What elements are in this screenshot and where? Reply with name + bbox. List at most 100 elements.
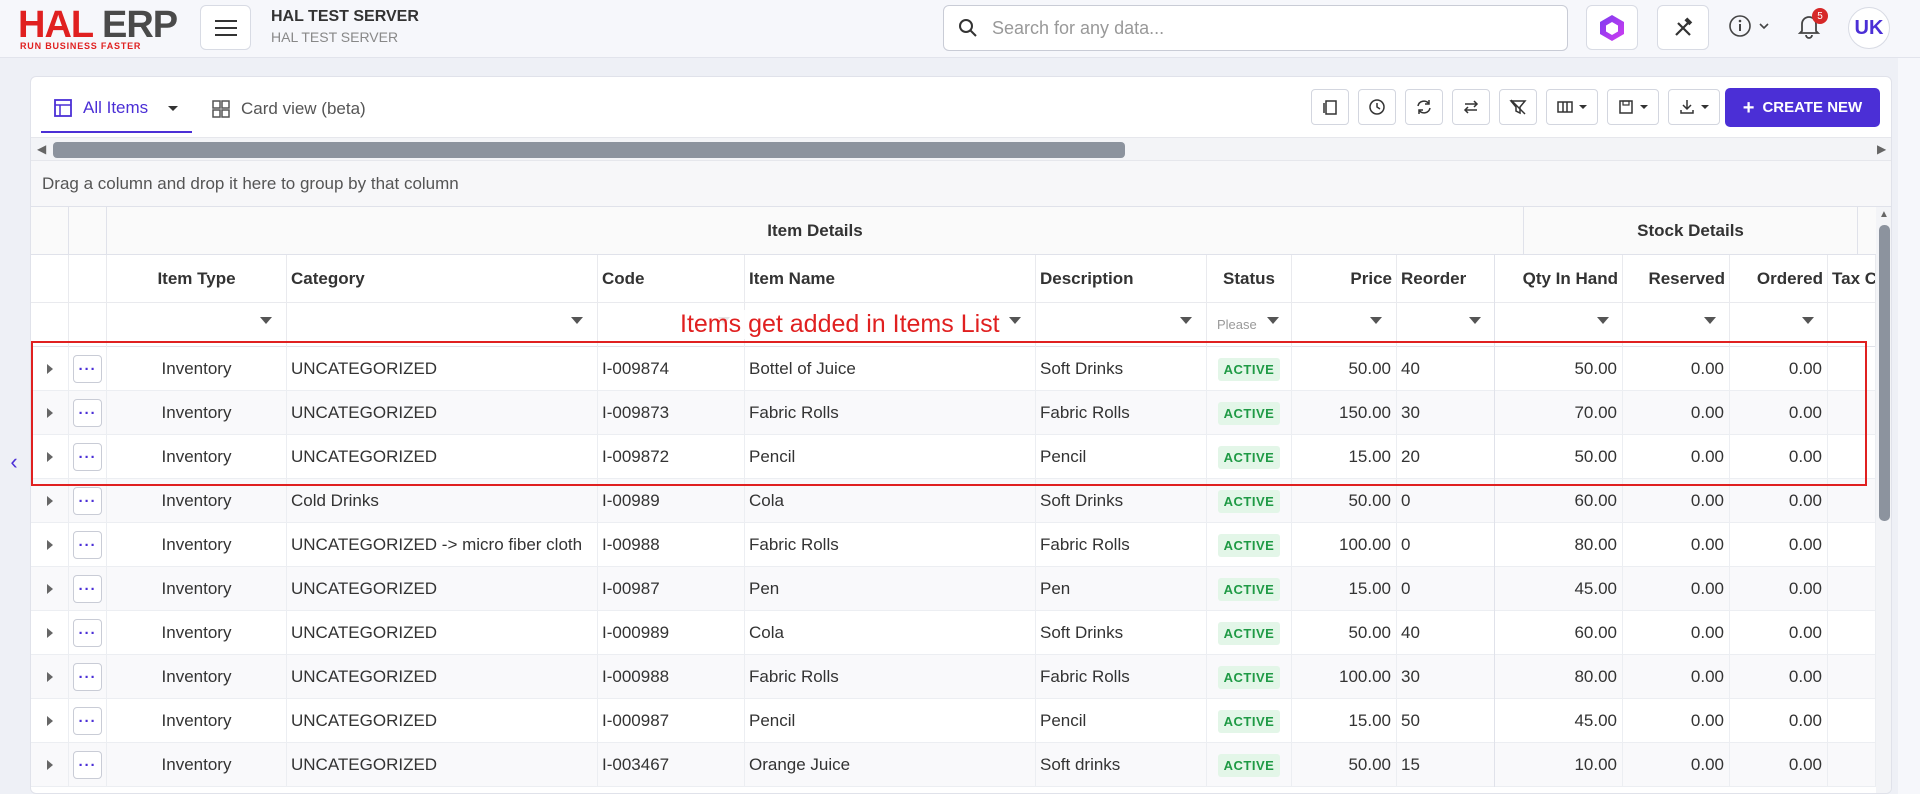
- filter-dropdown-icon[interactable]: [1370, 317, 1382, 324]
- ai-assistant-button[interactable]: [1586, 5, 1638, 50]
- expand-row-icon[interactable]: [46, 584, 53, 594]
- table-row[interactable]: ··· Inventory UNCATEGORIZED I-000989 Cola Sof…: [31, 611, 1876, 655]
- more-options-icon[interactable]: ···: [73, 487, 102, 515]
- sidebar-expand-chevron-icon[interactable]: ‹: [4, 448, 24, 476]
- cell-description: Fabric Rolls: [1036, 655, 1207, 699]
- export-button[interactable]: [1668, 89, 1720, 125]
- cell-status: ACTIVE: [1207, 743, 1292, 787]
- menu-toggle-button[interactable]: [200, 5, 251, 50]
- col-header-description[interactable]: Description: [1036, 255, 1207, 303]
- caret-down-icon[interactable]: [166, 103, 180, 113]
- cell-code: I-00988: [598, 523, 745, 567]
- filter-dropdown-icon[interactable]: [571, 317, 583, 324]
- expand-row-icon[interactable]: [46, 672, 53, 682]
- row-expand-cell[interactable]: [31, 523, 69, 567]
- tools-button[interactable]: [1657, 5, 1709, 50]
- tab-all-items[interactable]: All Items: [41, 85, 193, 133]
- group-by-drop-zone[interactable]: Drag a column and drop it here to group …: [31, 161, 1891, 207]
- more-options-icon[interactable]: ···: [73, 663, 102, 691]
- columns-icon: [1557, 101, 1573, 113]
- cell-item-name: Fabric Rolls: [745, 523, 1036, 567]
- col-header-reorder[interactable]: Reorder: [1397, 255, 1495, 303]
- col-header-ordered[interactable]: Ordered: [1730, 255, 1828, 303]
- col-header-item-type[interactable]: Item Type: [107, 255, 287, 303]
- row-expand-cell[interactable]: [31, 611, 69, 655]
- col-header-status[interactable]: Status: [1207, 255, 1292, 303]
- filter-dropdown-icon[interactable]: [1597, 317, 1609, 324]
- cell-qty-in-hand: 10.00: [1495, 743, 1623, 787]
- cell-price: 15.00: [1292, 699, 1397, 743]
- horizontal-scrollbar[interactable]: ◀ ▶: [31, 137, 1891, 161]
- filter-dropdown-icon[interactable]: [1802, 317, 1814, 324]
- col-header-price[interactable]: Price: [1292, 255, 1397, 303]
- filter-dropdown-icon[interactable]: [1267, 317, 1279, 324]
- vertical-scrollbar[interactable]: ▲: [1876, 207, 1891, 793]
- col-header-category[interactable]: Category: [287, 255, 598, 303]
- download-icon: [1680, 100, 1694, 114]
- col-header-code[interactable]: Code: [598, 255, 745, 303]
- more-options-icon[interactable]: ···: [73, 619, 102, 647]
- more-options-icon[interactable]: ···: [73, 575, 102, 603]
- cell-item-name-text: Pencil: [749, 711, 796, 730]
- row-expand-cell[interactable]: [31, 743, 69, 787]
- expand-row-icon[interactable]: [46, 496, 53, 506]
- global-search[interactable]: [943, 5, 1568, 51]
- expand-row-icon[interactable]: [46, 628, 53, 638]
- filter-dropdown-icon[interactable]: [1469, 317, 1481, 324]
- chevron-down-icon: [1759, 23, 1769, 30]
- expand-row-icon[interactable]: [46, 540, 53, 550]
- cell-price-text: 50.00: [1348, 623, 1391, 642]
- filter-dropdown-icon[interactable]: [1180, 317, 1192, 324]
- cell-reserved: 0.00: [1623, 655, 1730, 699]
- col-header-reserved[interactable]: Reserved: [1623, 255, 1730, 303]
- cell-category-text: UNCATEGORIZED: [291, 755, 438, 774]
- swap-button[interactable]: [1452, 89, 1490, 125]
- search-input[interactable]: [992, 17, 1532, 39]
- expand-row-icon[interactable]: [46, 760, 53, 770]
- refresh-button[interactable]: [1405, 89, 1443, 125]
- save-layout-button[interactable]: [1607, 89, 1659, 125]
- filter-dropdown-icon[interactable]: [260, 317, 272, 324]
- row-expand-cell[interactable]: [31, 567, 69, 611]
- col-header-tax[interactable]: Tax C: [1828, 255, 1876, 303]
- col-header-qty-in-hand[interactable]: Qty In Hand: [1495, 255, 1623, 303]
- row-expand-cell[interactable]: [31, 655, 69, 699]
- col-header-item-name[interactable]: Item Name: [745, 255, 1036, 303]
- table-row[interactable]: ··· Inventory UNCATEGORIZED I-000987 Pencil P…: [31, 699, 1876, 743]
- filter-dropdown-icon[interactable]: [1009, 317, 1021, 324]
- more-options-icon[interactable]: ···: [73, 531, 102, 559]
- row-expand-cell[interactable]: [31, 699, 69, 743]
- info-menu[interactable]: [1728, 14, 1770, 38]
- columns-button[interactable]: [1546, 89, 1598, 125]
- cell-description-text: Soft Drinks: [1040, 623, 1124, 642]
- expand-row-icon[interactable]: [46, 716, 53, 726]
- table-row[interactable]: ··· Inventory UNCATEGORIZED I-003467 Orange …: [31, 743, 1876, 787]
- tab-card-view[interactable]: Card view (beta): [211, 85, 366, 133]
- table-icon: [54, 99, 72, 117]
- table-row[interactable]: ··· Inventory UNCATEGORIZED I-00987 Pen Pen AC…: [31, 567, 1876, 611]
- tab-card-view-label: Card view (beta): [241, 99, 366, 118]
- cell-reserved-text: 0.00: [1690, 667, 1724, 686]
- create-new-button[interactable]: + CREATE NEW: [1725, 88, 1880, 127]
- scroll-left-arrow-icon[interactable]: ◀: [37, 142, 46, 156]
- table-row[interactable]: ··· Inventory UNCATEGORIZED -> micro fiber…: [31, 523, 1876, 567]
- user-avatar[interactable]: UK: [1848, 7, 1890, 49]
- vertical-scroll-thumb[interactable]: [1879, 225, 1890, 521]
- view-tabs: All Items Card view (beta) + CREATE NEW: [31, 77, 1891, 137]
- more-options-icon[interactable]: ···: [73, 707, 102, 735]
- cell-category-text: UNCATEGORIZED: [291, 667, 438, 686]
- table-row[interactable]: ··· Inventory UNCATEGORIZED I-000988 Fabric …: [31, 655, 1876, 699]
- cell-item-type: Inventory: [107, 523, 287, 567]
- clear-filter-button[interactable]: [1499, 89, 1537, 125]
- scroll-right-arrow-icon[interactable]: ▶: [1877, 142, 1886, 156]
- copy-button[interactable]: [1311, 89, 1349, 125]
- horizontal-scroll-thumb[interactable]: [53, 142, 1125, 158]
- filter-dropdown-icon[interactable]: [1704, 317, 1716, 324]
- cell-status: ACTIVE: [1207, 655, 1292, 699]
- cell-ordered: 0.00: [1730, 655, 1828, 699]
- cell-item-type-text: Inventory: [161, 491, 232, 510]
- scroll-up-arrow-icon[interactable]: ▲: [1879, 209, 1889, 220]
- history-button[interactable]: [1358, 89, 1396, 125]
- hal-erp-logo[interactable]: HAL ERP RUN BUSINESS FASTER: [18, 6, 183, 51]
- more-options-icon[interactable]: ···: [73, 751, 102, 779]
